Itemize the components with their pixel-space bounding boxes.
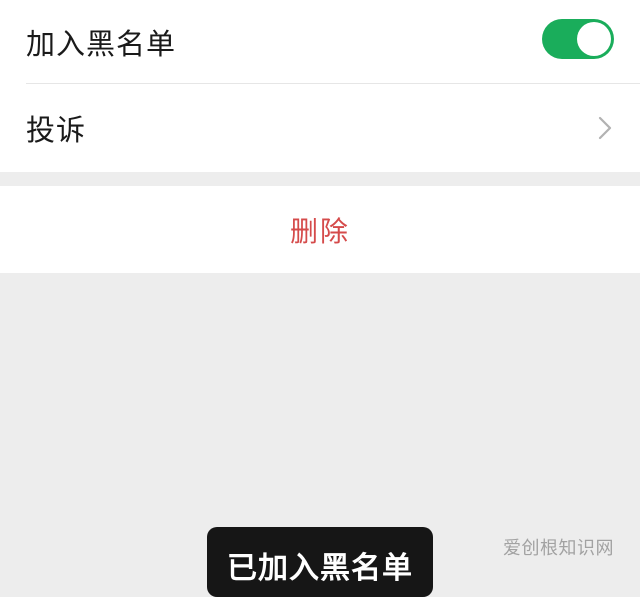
row-divider	[26, 83, 640, 84]
delete-label: 删除	[289, 214, 350, 248]
watermark: 爱创根知识网	[503, 538, 614, 559]
blacklist-toggle[interactable]	[542, 19, 614, 59]
blacklist-row: 加入黑名单	[0, 0, 640, 84]
toast: 已加入黑名单	[207, 527, 433, 597]
settings-section: 加入黑名单 投诉	[0, 0, 640, 172]
blacklist-label: 加入黑名单	[26, 27, 177, 61]
delete-button[interactable]: 删除	[0, 186, 640, 273]
chevron-right-icon	[598, 116, 612, 140]
complain-row[interactable]: 投诉	[0, 86, 640, 170]
complain-label: 投诉	[26, 113, 87, 147]
toast-text: 已加入黑名单	[227, 551, 413, 586]
toggle-knob	[577, 22, 611, 56]
